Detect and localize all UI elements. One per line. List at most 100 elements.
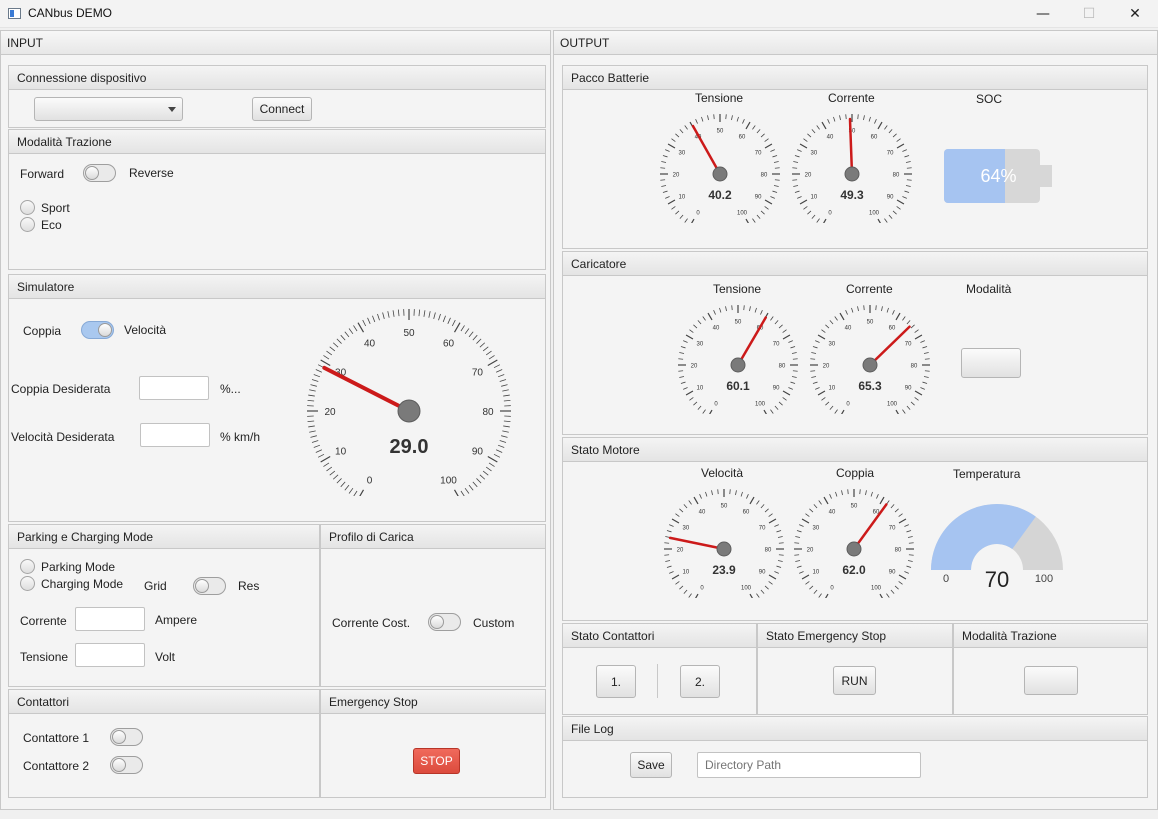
gauge-tick — [924, 370, 930, 372]
gauge-tick — [693, 324, 698, 329]
gauge-tick — [760, 310, 763, 315]
gauge-tick — [336, 338, 342, 344]
gauge-tick — [731, 305, 733, 311]
gauge-tick — [377, 313, 380, 321]
minimize-button[interactable]: — — [1020, 0, 1066, 28]
gauge-tick — [323, 355, 330, 360]
gauge-value: 62.0 — [842, 563, 866, 577]
gauge-tick — [811, 214, 816, 219]
gauge-tick — [353, 325, 358, 332]
connect-button[interactable]: Connect — [252, 97, 312, 121]
gauge-tick — [764, 143, 773, 149]
temp-min: 0 — [943, 573, 949, 585]
eco-radio[interactable] — [20, 217, 35, 232]
gauge-tick-label: 40 — [829, 509, 836, 515]
save-button[interactable]: Save — [630, 752, 672, 778]
car-corrente-label: Corrente — [846, 282, 893, 296]
device-combo[interactable] — [34, 97, 183, 121]
gauge-tick — [344, 484, 350, 491]
grid-res-toggle[interactable] — [193, 577, 226, 595]
gauge-tick — [479, 342, 486, 348]
gauge-tick — [772, 155, 778, 158]
gauge-tick — [777, 536, 783, 538]
parking-mode-radio[interactable] — [20, 559, 35, 574]
corrente-input[interactable] — [75, 607, 145, 631]
gauge-tick — [754, 307, 757, 313]
gauge-tick — [821, 397, 826, 401]
sport-radio[interactable] — [20, 200, 35, 215]
divider — [657, 664, 658, 698]
gauge-tick — [914, 334, 923, 340]
directory-path-input[interactable] — [697, 752, 921, 778]
gauge-tick — [829, 405, 834, 410]
stop-button[interactable]: STOP — [413, 748, 460, 774]
soc-battery: 64% — [944, 149, 1053, 203]
contattore-2-button[interactable]: 2. — [680, 665, 720, 698]
stato-emergency-title: Stato Emergency Stop — [758, 624, 952, 648]
gauge-hub — [716, 541, 732, 557]
gauge-tick — [488, 462, 495, 467]
gauge-tick — [796, 530, 802, 533]
gauge-tick — [791, 376, 797, 378]
gauge-needle — [736, 316, 767, 367]
coppia-desiderata-input[interactable] — [139, 376, 209, 400]
velocita-desiderata-input[interactable] — [140, 423, 210, 447]
gauge-tick — [823, 218, 827, 223]
temperatura-gauge: 70 0 100 — [931, 504, 1063, 592]
gauge-tick — [868, 116, 871, 122]
run-button[interactable]: RUN — [833, 666, 876, 695]
charging-mode-radio[interactable] — [20, 576, 35, 591]
gauge-tick — [675, 513, 680, 517]
connessione-section: Connessione dispositivo Connect — [8, 65, 546, 128]
gauge-tick — [503, 394, 510, 397]
gauge-tick — [839, 312, 845, 321]
gauge-tick — [896, 143, 905, 149]
gauge-tick — [825, 324, 830, 329]
gauge-tick — [825, 593, 829, 598]
gauge-tick — [904, 155, 910, 158]
gauge-tick — [818, 500, 822, 505]
contattore-2-label: Contattore 2 — [23, 759, 90, 773]
gauge-tick — [666, 530, 672, 533]
gauge-tick — [778, 401, 783, 406]
gauge-tick-label: 80 — [482, 407, 494, 418]
motore-section: Stato Motore Velocità 0 10 20 30 40 50 60 70 80 9… — [562, 437, 1148, 621]
gauge-tick — [309, 389, 316, 392]
gauge-tick — [476, 478, 482, 484]
sport-label: Sport — [41, 201, 70, 215]
gauge-tick — [776, 565, 782, 568]
maximize-button[interactable]: ☐ — [1066, 0, 1112, 28]
gauge-tick — [778, 542, 784, 544]
direction-toggle[interactable] — [83, 164, 116, 182]
out-modalita-button[interactable] — [1024, 666, 1078, 695]
gauge-tick — [684, 125, 688, 130]
gauge-tick — [667, 199, 676, 205]
parking-mode-label: Parking Mode — [41, 560, 116, 574]
gauge-tick — [794, 542, 800, 544]
gauge-tick-label: 10 — [811, 195, 818, 201]
gauge-value: 29.0 — [390, 436, 429, 458]
app-icon — [8, 8, 21, 19]
car-modalita-button[interactable] — [961, 348, 1021, 378]
gauge-tick — [770, 316, 774, 321]
contattore-1-button[interactable]: 1. — [596, 665, 636, 698]
close-button[interactable]: ✕ — [1112, 0, 1158, 28]
gauge-tick — [685, 334, 694, 340]
coppia-label: Coppia — [23, 324, 62, 338]
gauge-tick — [834, 316, 838, 321]
contattore-1-toggle[interactable] — [110, 728, 143, 746]
gauge-value: 49.3 — [840, 188, 864, 202]
gauge-tick — [834, 409, 838, 414]
gauge-tick — [664, 554, 670, 556]
gauge-tick — [438, 313, 441, 321]
profilo-toggle[interactable] — [428, 613, 461, 631]
contattore-2-toggle[interactable] — [110, 756, 143, 774]
simulator-mode-toggle[interactable] — [81, 321, 114, 339]
gauge-tick — [774, 524, 779, 527]
gauge-tick — [835, 491, 838, 497]
gauge-tick — [669, 524, 674, 527]
gauge-tick — [308, 425, 315, 428]
gauge-tick-label: 80 — [765, 548, 772, 554]
gauge-tick — [697, 405, 702, 410]
tensione-input[interactable] — [75, 643, 145, 667]
